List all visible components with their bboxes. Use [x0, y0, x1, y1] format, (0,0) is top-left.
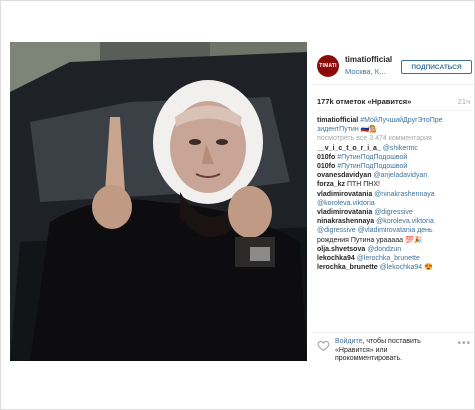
comment-user[interactable]: ovanesdavidyan: [317, 172, 371, 179]
comment: lerochka_brunette @lekochka94 😍: [317, 263, 474, 272]
comment: lekochka94 @lerochka_brunette: [317, 254, 474, 263]
comment-user[interactable]: 010fo: [317, 154, 335, 161]
comment-text[interactable]: @koroleva.viktoria: [317, 200, 375, 207]
comment-user[interactable]: vladimirovatania: [317, 209, 372, 216]
comment-text: ПТН ПНХ!: [346, 181, 380, 189]
comments-list: timatiofficial #МойЛучшийДругЭтоПре зиде…: [317, 116, 474, 272]
comment-cont: рождения Путина урааааа 💯🎉: [317, 236, 474, 245]
avatar-logo-text: TIMATI: [319, 63, 337, 69]
comment-user[interactable]: lekochka94: [317, 255, 355, 262]
comment-text[interactable]: @koroleva.viktoria: [376, 218, 434, 225]
post-actions: Войдите, чтобы поставить «Нравится» или …: [312, 332, 474, 371]
comment-user[interactable]: ninakrashennaya: [317, 218, 374, 225]
comment-text[interactable]: @lerochka_brunette: [357, 255, 420, 262]
photo-illustration: [10, 42, 307, 361]
username-link[interactable]: timatiofficial: [345, 55, 392, 64]
comment-text[interactable]: @digressive @vladimirovatania день: [317, 227, 433, 234]
comment-cont: @digressive @vladimirovatania день: [317, 226, 474, 235]
comment: vladimirovatania @digressive: [317, 208, 474, 217]
post-photo[interactable]: [10, 42, 307, 361]
comment-text[interactable]: @lekochka94 😍: [380, 264, 433, 271]
comment-user[interactable]: forza_kz: [317, 181, 345, 188]
comment-user[interactable]: lerochka_brunette: [317, 264, 378, 271]
comment-text[interactable]: @anjeladavidyan: [373, 172, 427, 179]
comment: ovanesdavidyan @anjeladavidyan: [317, 171, 474, 180]
comment-user[interactable]: olja.shvetsova: [317, 246, 365, 253]
comment-text[interactable]: @ninakrashennaya: [374, 191, 434, 198]
likes-count[interactable]: 177k отметок «Нравится»: [317, 97, 411, 106]
caption-hashtag[interactable]: #МойЛучшийДругЭтоПре: [360, 117, 442, 124]
comment: 010fo #ПутинПодПодошвой: [317, 162, 474, 171]
comment-user[interactable]: vladimirovatania: [317, 191, 372, 198]
location-link[interactable]: Москва, К...: [345, 67, 385, 76]
more-options-icon[interactable]: •••: [457, 338, 471, 349]
view-all-comments[interactable]: посмотреть все 3.474 комментария: [317, 134, 474, 143]
comment-user[interactable]: __v_i_c_t_o_r_i_a_: [317, 145, 381, 152]
comment-cont: @koroleva.viktoria: [317, 199, 474, 208]
comment-text[interactable]: @digressive: [374, 209, 413, 216]
comment-text: рождения Путина урааааа 💯🎉: [317, 236, 423, 244]
comment: ninakrashennaya @koroleva.viktoria: [317, 217, 474, 226]
comment-user[interactable]: 010fo: [317, 163, 335, 170]
heart-icon[interactable]: [317, 339, 330, 352]
login-prompt: Войдите, чтобы поставить «Нравится» или …: [335, 338, 455, 364]
comment: 010fo #ПутинПодПодошвой: [317, 153, 474, 162]
caption-user[interactable]: timatiofficial: [317, 117, 358, 124]
caption-hashtag-cont[interactable]: зидентПутин 🇷🇺💁🏼: [317, 126, 378, 133]
comment: forza_kz ПТН ПНХ!: [317, 180, 474, 189]
caption: timatiofficial #МойЛучшийДругЭтоПре: [317, 116, 474, 125]
divider: [317, 110, 472, 111]
comment: olja.shvetsova @dondzun: [317, 245, 474, 254]
comment: __v_i_c_t_o_r_i_a_ @shikermc: [317, 144, 474, 153]
post-header: TIMATI timatiofficial Москва, К... ПОДПИ…: [312, 40, 474, 85]
comment-text[interactable]: #ПутинПодПодошвой: [337, 163, 407, 170]
post-info-panel: TIMATI timatiofficial Москва, К... ПОДПИ…: [312, 40, 474, 370]
avatar[interactable]: TIMATI: [317, 55, 339, 77]
comment-text[interactable]: #ПутинПодПодошвой: [337, 154, 407, 161]
caption-line2: зидентПутин 🇷🇺💁🏼: [317, 125, 474, 134]
comment-text[interactable]: @dondzun: [367, 246, 401, 253]
comment-text[interactable]: @shikermc: [383, 145, 418, 152]
follow-button[interactable]: ПОДПИСАТЬСЯ: [401, 60, 472, 74]
comment: vladimirovatania @ninakrashennaya: [317, 190, 474, 199]
post-card: TIMATI timatiofficial Москва, К... ПОДПИ…: [0, 0, 475, 410]
login-link[interactable]: Войдите: [335, 338, 363, 345]
post-time[interactable]: 21ч: [458, 97, 470, 106]
